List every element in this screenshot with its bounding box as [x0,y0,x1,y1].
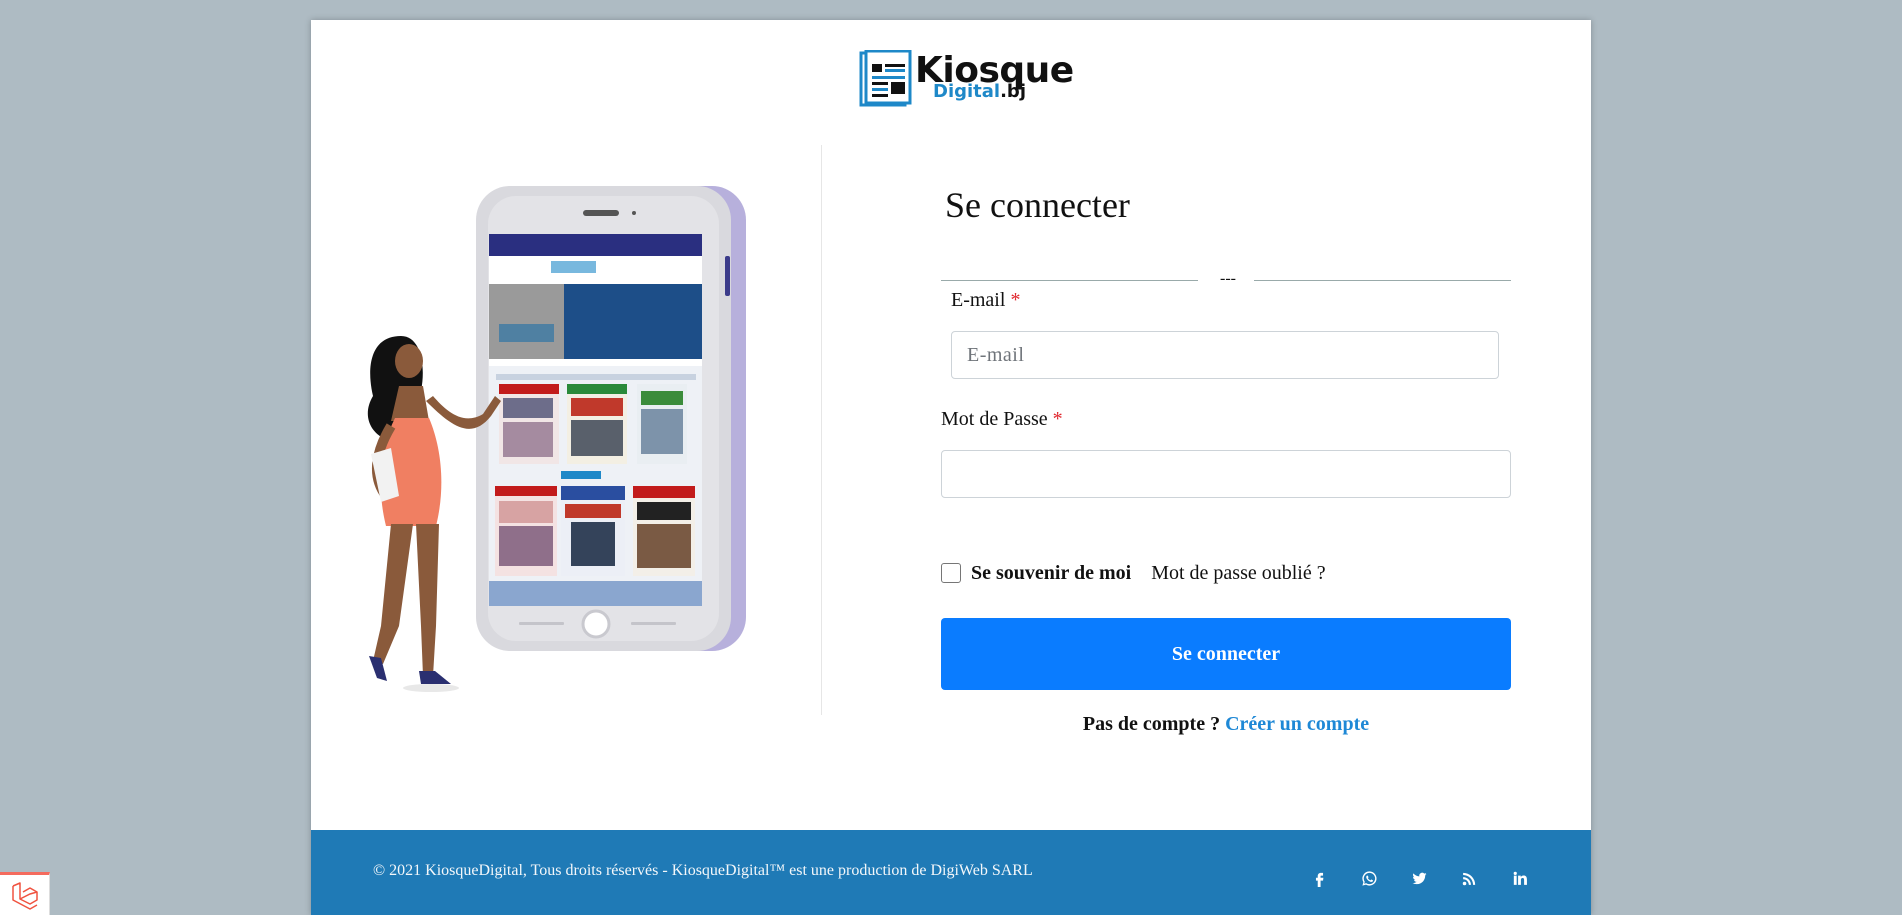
required-marker: * [1052,408,1063,430]
social-links [1307,866,1531,890]
password-label: Mot de Passe * [941,408,1063,430]
vertical-divider [821,145,822,715]
no-account-text: Pas de compte ? [1082,713,1221,735]
facebook-icon[interactable] [1307,866,1331,890]
phone-illustration [351,186,751,716]
remember-label[interactable]: Se souvenir de moi [971,562,1131,585]
login-button[interactable]: Se connecter [941,618,1511,690]
password-input[interactable] [941,450,1511,498]
forgot-password-link[interactable]: Mot de passe oublié ? [1151,562,1325,585]
login-title: Se connecter [945,185,1130,225]
newspaper-logo-icon [859,49,912,107]
twitter-icon[interactable] [1407,866,1431,890]
create-account-link[interactable]: Créer un compte [1225,713,1369,735]
rss-icon[interactable] [1457,866,1481,890]
remember-checkbox[interactable] [941,563,961,583]
linkedin-icon[interactable] [1507,866,1531,890]
whatsapp-icon[interactable] [1357,866,1381,890]
signup-prompt: Pas de compte ? Créer un compte [941,713,1511,736]
required-marker: * [1010,289,1021,311]
footer-copyright: © 2021 KiosqueDigital, Tous droits réser… [373,862,1033,879]
kiosque-digital-logo[interactable]: Kiosque Digital.bj [858,49,1090,108]
email-label: E-mail * [951,289,1021,311]
logo-subtitle: Digital.bj [933,81,1026,102]
footer: © 2021 KiosqueDigital, Tous droits réser… [311,830,1591,915]
title-separator: --- [941,270,1511,290]
login-card: Kiosque Digital.bj Se connecter --- E-ma… [311,20,1591,915]
remember-row: Se souvenir de moi Mot de passe oublié ? [941,561,1326,585]
email-input[interactable] [951,331,1499,379]
laravel-debugbar-icon[interactable] [0,872,50,915]
